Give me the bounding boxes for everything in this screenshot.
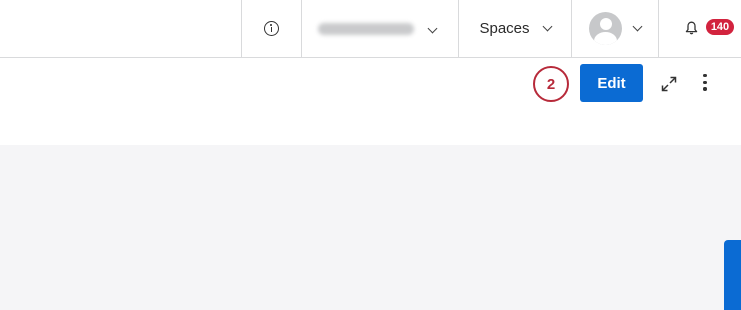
chevron-down-icon bbox=[632, 21, 643, 32]
account-selector[interactable] bbox=[301, 0, 458, 57]
step-marker: 2 bbox=[533, 66, 569, 102]
user-menu[interactable] bbox=[571, 0, 658, 57]
spaces-label: Spaces bbox=[479, 20, 530, 37]
bell-icon bbox=[685, 21, 698, 35]
info-button[interactable] bbox=[241, 0, 301, 57]
more-vertical-icon[interactable] bbox=[700, 74, 710, 94]
side-panel-tab[interactable] bbox=[724, 240, 741, 310]
notifications-button[interactable]: 140 bbox=[658, 0, 741, 57]
chevron-down-icon bbox=[427, 23, 438, 34]
expand-icon[interactable] bbox=[660, 75, 678, 93]
edit-button[interactable]: Edit bbox=[580, 64, 643, 102]
avatar-icon bbox=[589, 12, 622, 45]
notification-count-badge: 140 bbox=[706, 19, 734, 35]
spaces-dropdown[interactable]: Spaces bbox=[458, 0, 571, 57]
content-area bbox=[0, 145, 741, 310]
chevron-down-icon bbox=[542, 21, 552, 32]
info-icon bbox=[264, 21, 279, 36]
account-name-blurred bbox=[318, 22, 414, 35]
top-navigation-bar: Spaces 140 bbox=[0, 0, 741, 58]
